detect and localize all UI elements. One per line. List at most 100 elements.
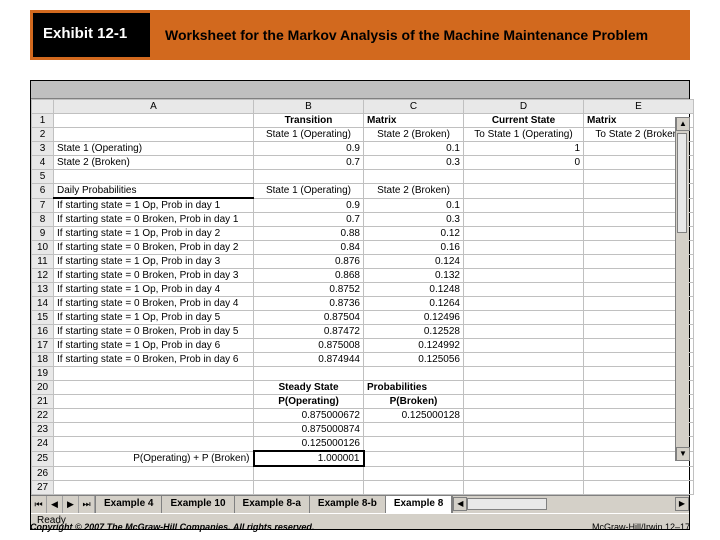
scroll-thumb[interactable] (677, 133, 687, 233)
cell[interactable]: 0.1248 (364, 283, 464, 297)
cell[interactable]: 0.16 (364, 241, 464, 255)
cell[interactable]: If starting state = 0 Broken, Prob in da… (54, 241, 254, 255)
row-header[interactable]: 1 (32, 114, 54, 128)
cell[interactable]: 0.9 (254, 198, 364, 213)
vertical-scrollbar[interactable]: ▲ ▼ (675, 117, 689, 461)
row-header[interactable]: 17 (32, 339, 54, 353)
cell[interactable]: 0.132 (364, 269, 464, 283)
cell[interactable]: Current State (464, 114, 584, 128)
sheet-tab-active[interactable]: Example 8 (386, 496, 452, 513)
row-header[interactable]: 27 (32, 480, 54, 494)
sheet-tab[interactable]: Example 4 (96, 496, 162, 513)
row-header[interactable]: 3 (32, 142, 54, 156)
row-header[interactable]: 14 (32, 297, 54, 311)
cell[interactable]: State 2 (Broken) (54, 156, 254, 170)
cell[interactable]: 0.124992 (364, 339, 464, 353)
cell[interactable]: If starting state = 0 Broken, Prob in da… (54, 213, 254, 227)
cell[interactable]: Probabilities (364, 381, 464, 395)
row-header[interactable]: 24 (32, 437, 54, 452)
cell[interactable]: 0.12528 (364, 325, 464, 339)
row-header[interactable]: 19 (32, 367, 54, 381)
cell[interactable]: State 1 (Operating) (54, 142, 254, 156)
row-header[interactable]: 8 (32, 213, 54, 227)
cell[interactable]: If starting state = 0 Broken, Prob in da… (54, 325, 254, 339)
last-tab-icon[interactable]: ⏭ (79, 496, 95, 513)
cell[interactable]: If starting state = 0 Broken, Prob in da… (54, 353, 254, 367)
cell[interactable]: 0.87504 (254, 311, 364, 325)
cell[interactable]: 0.7 (254, 213, 364, 227)
cell[interactable]: 0.7 (254, 156, 364, 170)
cell[interactable]: State 2 (Broken) (364, 128, 464, 142)
prev-tab-icon[interactable]: ◀ (47, 496, 63, 513)
row-header[interactable]: 25 (32, 451, 54, 466)
cell[interactable]: 0 (464, 156, 584, 170)
cell[interactable]: 0.84 (254, 241, 364, 255)
cell[interactable]: 0.124 (364, 255, 464, 269)
cell[interactable]: 0.3 (364, 213, 464, 227)
scroll-thumb[interactable] (467, 498, 547, 510)
cell[interactable]: P(Broken) (364, 395, 464, 409)
row-header[interactable]: 26 (32, 466, 54, 480)
cell[interactable]: 0.1264 (364, 297, 464, 311)
row-header[interactable]: 13 (32, 283, 54, 297)
cell[interactable]: 0.125000126 (254, 437, 364, 452)
row-header[interactable]: 5 (32, 170, 54, 184)
cell[interactable]: State 2 (Broken) (364, 184, 464, 199)
cell[interactable]: If starting state = 1 Op, Prob in day 5 (54, 311, 254, 325)
cell[interactable]: 0.874944 (254, 353, 364, 367)
col-header-c[interactable]: C (364, 100, 464, 114)
col-header-d[interactable]: D (464, 100, 584, 114)
row-header[interactable]: 23 (32, 423, 54, 437)
cell[interactable]: 1 (464, 142, 584, 156)
cell[interactable]: Steady State (254, 381, 364, 395)
scroll-down-icon[interactable]: ▼ (676, 447, 690, 461)
row-header[interactable]: 9 (32, 227, 54, 241)
cell[interactable]: P(Operating) (254, 395, 364, 409)
col-header-b[interactable]: B (254, 100, 364, 114)
cell[interactable]: 0.8736 (254, 297, 364, 311)
select-all-cell[interactable] (32, 100, 54, 114)
cell[interactable]: 0.1 (364, 198, 464, 213)
cell[interactable]: 0.875000874 (254, 423, 364, 437)
cell[interactable]: 0.875008 (254, 339, 364, 353)
row-header[interactable]: 15 (32, 311, 54, 325)
row-header[interactable]: 20 (32, 381, 54, 395)
cell[interactable]: 0.8752 (254, 283, 364, 297)
cell[interactable]: 0.9 (254, 142, 364, 156)
cell[interactable]: 0.12496 (364, 311, 464, 325)
cell[interactable]: If starting state = 0 Broken, Prob in da… (54, 297, 254, 311)
cell[interactable]: State 1 (Operating) (254, 128, 364, 142)
horizontal-scrollbar[interactable]: ◀ ▶ (452, 496, 689, 513)
row-header[interactable]: 21 (32, 395, 54, 409)
scroll-left-icon[interactable]: ◀ (453, 497, 467, 511)
cell[interactable]: 0.875000672 (254, 409, 364, 423)
row-header[interactable]: 12 (32, 269, 54, 283)
cell[interactable]: 0.125056 (364, 353, 464, 367)
cell[interactable]: 1.000001 (254, 451, 364, 466)
row-header[interactable]: 4 (32, 156, 54, 170)
cell[interactable]: Daily Probabilities (54, 184, 254, 199)
cell[interactable]: To State 1 (Operating) (464, 128, 584, 142)
cell[interactable]: 0.87472 (254, 325, 364, 339)
next-tab-icon[interactable]: ▶ (63, 496, 79, 513)
sheet-tab[interactable]: Example 8-b (310, 496, 386, 513)
cell[interactable]: If starting state = 1 Op, Prob in day 1 (54, 198, 254, 213)
cell[interactable]: State 1 (Operating) (254, 184, 364, 199)
sheet-tab[interactable]: Example 8-a (235, 496, 310, 513)
row-header[interactable]: 6 (32, 184, 54, 199)
cell[interactable]: P(Operating) + P (Broken) (54, 451, 254, 466)
cell[interactable]: 0.876 (254, 255, 364, 269)
row-header[interactable]: 7 (32, 198, 54, 213)
cell[interactable]: Transition (254, 114, 364, 128)
cell[interactable]: 0.868 (254, 269, 364, 283)
first-tab-icon[interactable]: ⏮ (31, 496, 47, 513)
cell[interactable]: 0.3 (364, 156, 464, 170)
cell[interactable]: If starting state = 1 Op, Prob in day 4 (54, 283, 254, 297)
cell[interactable]: If starting state = 1 Op, Prob in day 6 (54, 339, 254, 353)
cell[interactable]: 0.125000128 (364, 409, 464, 423)
row-header[interactable]: 18 (32, 353, 54, 367)
col-header-a[interactable]: A (54, 100, 254, 114)
cell[interactable]: 0.12 (364, 227, 464, 241)
sheet-tab[interactable]: Example 10 (162, 496, 234, 513)
cell[interactable]: 0.88 (254, 227, 364, 241)
